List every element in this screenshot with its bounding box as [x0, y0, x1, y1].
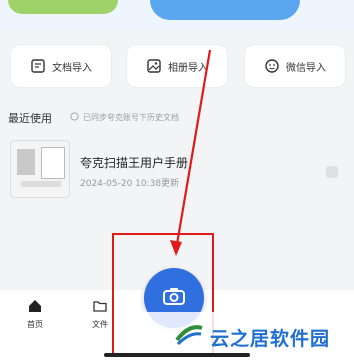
sync-icon	[70, 112, 79, 123]
home-icon	[27, 298, 43, 316]
wechat-import-label: 微信导入	[286, 62, 326, 74]
banner-illustration-figure	[150, 0, 300, 20]
select-checkbox[interactable]	[326, 166, 338, 178]
wechat-import-button[interactable]: 微信导入	[244, 44, 346, 88]
wechat-import-icon	[264, 58, 280, 74]
album-import-button[interactable]: 相册导入	[126, 44, 228, 88]
tab-files-label: 文件	[92, 320, 108, 329]
document-import-icon	[30, 58, 46, 74]
recent-sync-hint-text: 已同步夸克账号下历史文档	[83, 113, 179, 122]
document-title: 夸克扫描王用户手册	[80, 156, 189, 170]
watermark-logo-icon	[174, 322, 204, 352]
tab-home-label: 首页	[27, 320, 43, 329]
document-import-label: 文档导入	[52, 62, 92, 74]
document-import-button[interactable]: 文档导入	[10, 44, 112, 88]
document-thumbnail	[10, 140, 70, 198]
import-options: 文档导入 相册导入 微信导入	[0, 44, 354, 94]
banner-illustration	[8, 0, 118, 14]
recent-sync-hint: 已同步夸克账号下历史文档	[70, 112, 179, 123]
album-import-icon	[146, 58, 162, 74]
watermark-text: 云之居软件园	[210, 327, 331, 350]
document-updated-time: 2024-05-20 10:38更新	[80, 179, 180, 189]
album-import-label: 相册导入	[168, 62, 208, 74]
home-indicator	[104, 353, 250, 357]
list-item[interactable]: 夸克扫描王用户手册 2024-05-20 10:38更新	[0, 140, 354, 200]
recent-section-title: 最近使用	[8, 112, 52, 125]
promo-banner[interactable]	[0, 0, 354, 30]
folder-icon	[92, 298, 108, 316]
tab-home[interactable]: 首页	[10, 298, 60, 330]
